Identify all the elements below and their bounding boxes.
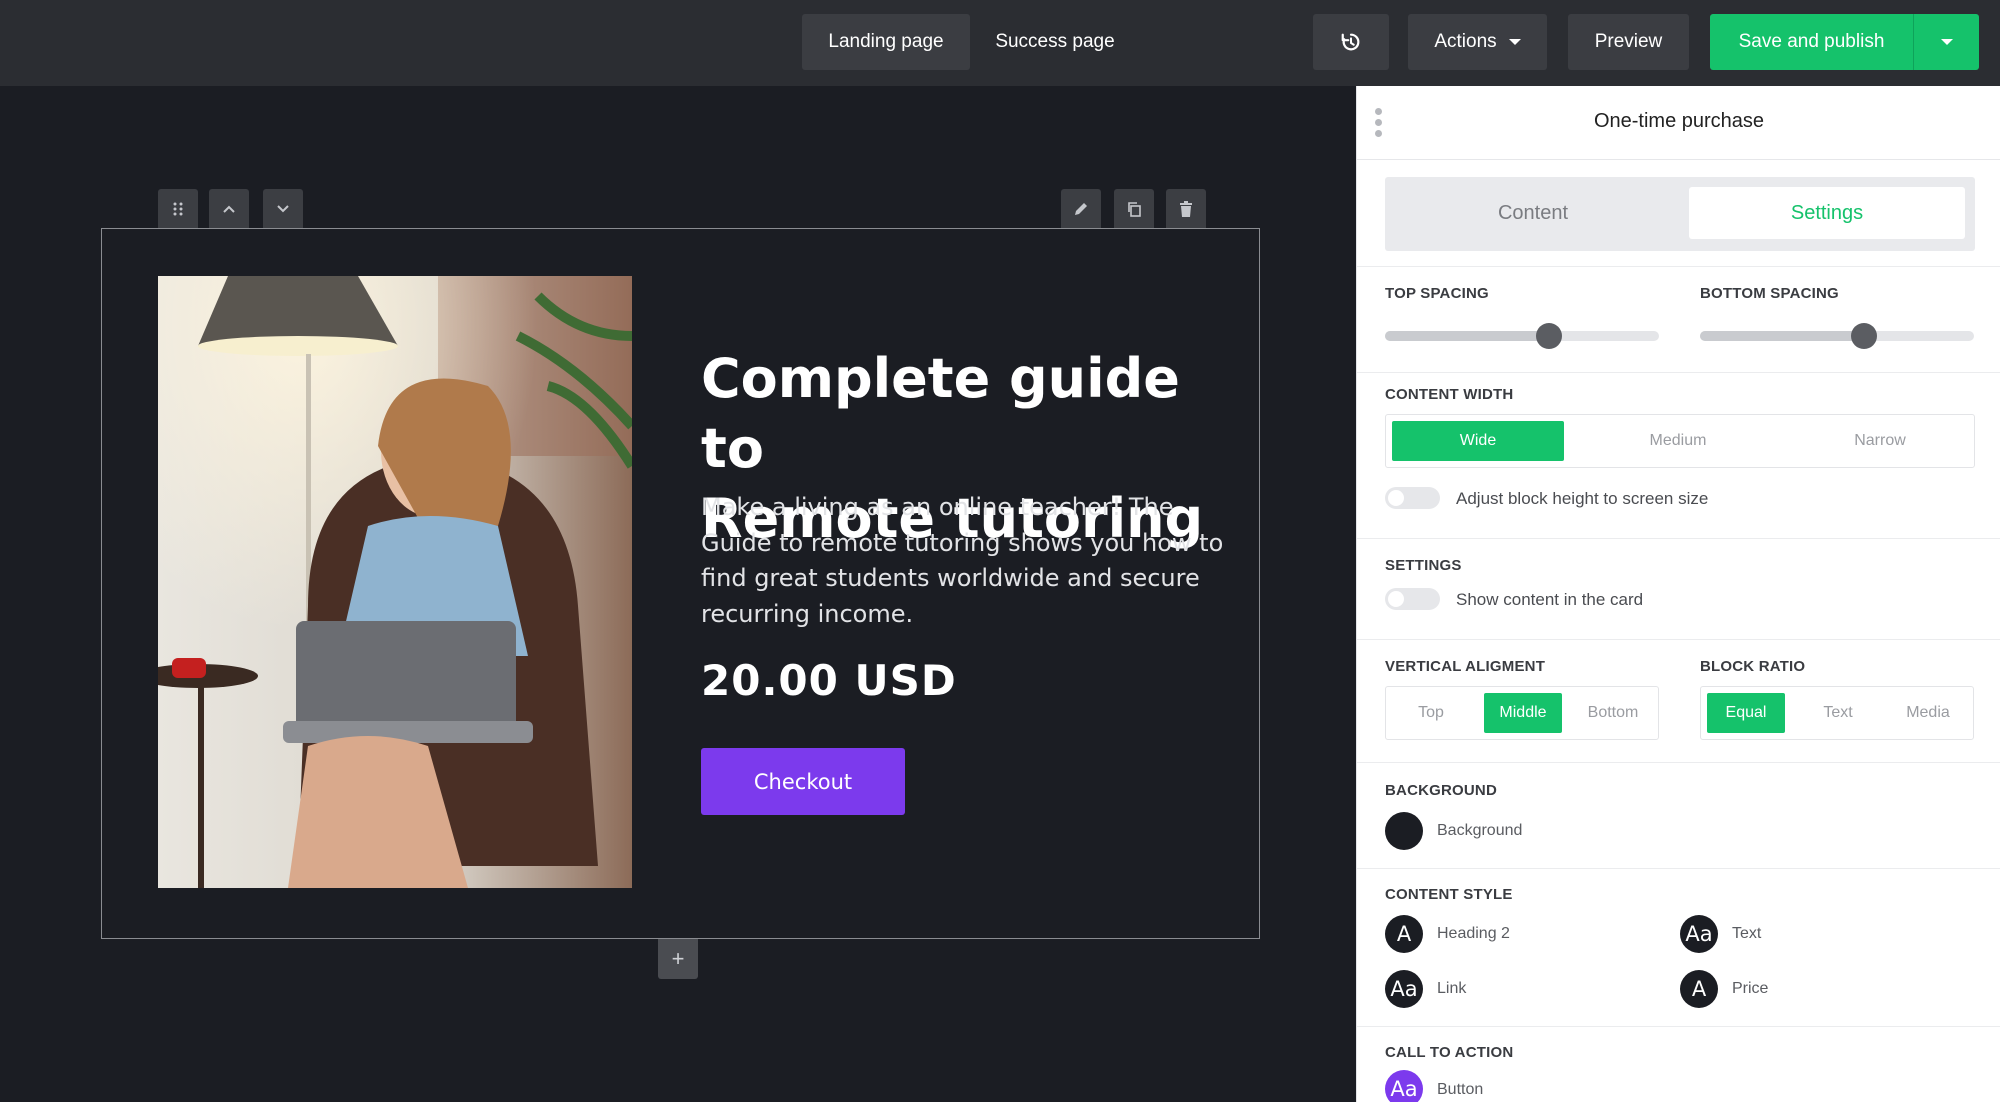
vertical-alignment-selector: Top Middle Bottom [1385, 686, 1659, 740]
top-spacing-slider-fill [1385, 331, 1550, 341]
bottom-spacing-slider-fill [1700, 331, 1865, 341]
divider [1357, 266, 2000, 267]
move-up-button[interactable] [209, 189, 249, 229]
tab-landing-page[interactable]: Landing page [802, 14, 970, 70]
show-in-card-toggle[interactable] [1385, 588, 1440, 610]
tab-content[interactable]: Content [1395, 187, 1671, 239]
plus-icon: + [671, 946, 685, 971]
product-photo [158, 276, 632, 888]
call-to-action-label: CALL TO ACTION [1385, 1044, 1514, 1061]
button-style-label: Button [1437, 1081, 1484, 1098]
block-ratio-label: BLOCK RATIO [1700, 658, 1806, 675]
button-style-icon[interactable]: Aa [1385, 1070, 1423, 1102]
vertical-alignment-bottom[interactable]: Bottom [1574, 693, 1652, 733]
pencil-icon [1075, 203, 1087, 215]
actions-label: Actions [1434, 31, 1497, 52]
vertical-alignment-top[interactable]: Top [1392, 693, 1470, 733]
block-ratio-media[interactable]: Media [1889, 693, 1967, 733]
settings-panel: One-time purchase Content Settings TOP S… [1356, 86, 2000, 1102]
background-swatch-label: Background [1437, 822, 1523, 839]
tab-success-page[interactable]: Success page [970, 14, 1140, 70]
heading-style-label: Heading 2 [1437, 925, 1510, 942]
panel-header: One-time purchase [1357, 86, 2000, 160]
content-width-wide[interactable]: Wide [1392, 421, 1564, 461]
drag-handle-icon [173, 202, 183, 216]
heading-style-icon[interactable]: A [1385, 915, 1423, 953]
adjust-height-toggle[interactable] [1385, 487, 1440, 509]
adjust-height-label: Adjust block height to screen size [1456, 489, 1709, 508]
bottom-spacing-label: BOTTOM SPACING [1700, 285, 1839, 302]
checkout-button[interactable]: Checkout [701, 748, 905, 815]
chevron-down-icon [277, 205, 289, 213]
preview-label: Preview [1594, 31, 1663, 52]
background-swatch[interactable] [1385, 812, 1423, 850]
text-style-icon[interactable]: Aa [1680, 915, 1718, 953]
bottom-spacing-slider-thumb[interactable] [1851, 323, 1878, 349]
block-ratio-selector: Equal Text Media [1700, 686, 1974, 740]
price-style-icon[interactable]: A [1680, 970, 1718, 1008]
delete-block-button[interactable] [1166, 189, 1206, 229]
block-price[interactable]: 20.00 USD [701, 656, 957, 705]
duplicate-block-button[interactable] [1114, 189, 1154, 229]
divider [1357, 868, 2000, 869]
checkout-label: Checkout [753, 769, 853, 794]
vertical-alignment-middle[interactable]: Middle [1484, 693, 1562, 733]
content-style-label: CONTENT STYLE [1385, 886, 1513, 903]
drag-handle-button[interactable] [158, 189, 198, 229]
top-spacing-slider-thumb[interactable] [1536, 323, 1563, 349]
top-spacing-slider[interactable] [1385, 323, 1659, 349]
tab-landing-page-label: Landing page [828, 31, 944, 52]
content-width-narrow[interactable]: Narrow [1794, 421, 1966, 461]
panel-tabs: Content Settings [1385, 177, 1975, 251]
history-icon [1341, 33, 1360, 51]
move-down-button[interactable] [263, 189, 303, 229]
chevron-down-icon [1940, 39, 1953, 45]
actions-button[interactable]: Actions [1408, 14, 1547, 70]
bottom-spacing-slider[interactable] [1700, 323, 1974, 349]
content-width-medium[interactable]: Medium [1592, 421, 1764, 461]
content-width-selector: Wide Medium Narrow [1385, 414, 1975, 468]
preview-button[interactable]: Preview [1568, 14, 1689, 70]
block-description[interactable]: Make a living as an online teacher! The … [701, 490, 1241, 632]
settings-label: SETTINGS [1385, 557, 1462, 574]
save-and-publish-button[interactable]: Save and publish [1710, 14, 1913, 70]
background-label: BACKGROUND [1385, 782, 1497, 799]
edit-block-button[interactable] [1061, 189, 1101, 229]
content-width-label: CONTENT WIDTH [1385, 386, 1514, 403]
link-style-label: Link [1437, 980, 1467, 997]
trash-icon [1180, 201, 1192, 217]
publish-options-button[interactable] [1913, 14, 1979, 70]
chevron-up-icon [223, 205, 235, 213]
vertical-alignment-label: VERTICAL ALIGMENT [1385, 658, 1546, 675]
panel-title: One-time purchase [1593, 110, 1765, 132]
headline-line-1: Complete guide to [701, 347, 1180, 480]
show-in-card-label: Show content in the card [1456, 590, 1644, 609]
block-ratio-equal[interactable]: Equal [1707, 693, 1785, 733]
price-style-label: Price [1732, 980, 1769, 997]
link-style-icon[interactable]: Aa [1385, 970, 1423, 1008]
top-toolbar: Landing page Success page Actions Previe… [0, 0, 2000, 86]
divider [1357, 538, 2000, 539]
text-style-label: Text [1732, 925, 1762, 942]
divider [1357, 762, 2000, 763]
top-spacing-label: TOP SPACING [1385, 285, 1489, 302]
copy-icon [1128, 202, 1141, 217]
tab-success-page-label: Success page [995, 31, 1115, 52]
block-ratio-text[interactable]: Text [1799, 693, 1877, 733]
chevron-down-icon [1508, 39, 1521, 45]
tab-settings[interactable]: Settings [1689, 187, 1965, 239]
divider [1357, 372, 2000, 373]
divider [1357, 1026, 2000, 1027]
save-and-publish-label: Save and publish [1738, 31, 1885, 52]
add-block-button[interactable]: + [658, 939, 698, 979]
history-button[interactable] [1313, 14, 1389, 70]
divider [1357, 639, 2000, 640]
